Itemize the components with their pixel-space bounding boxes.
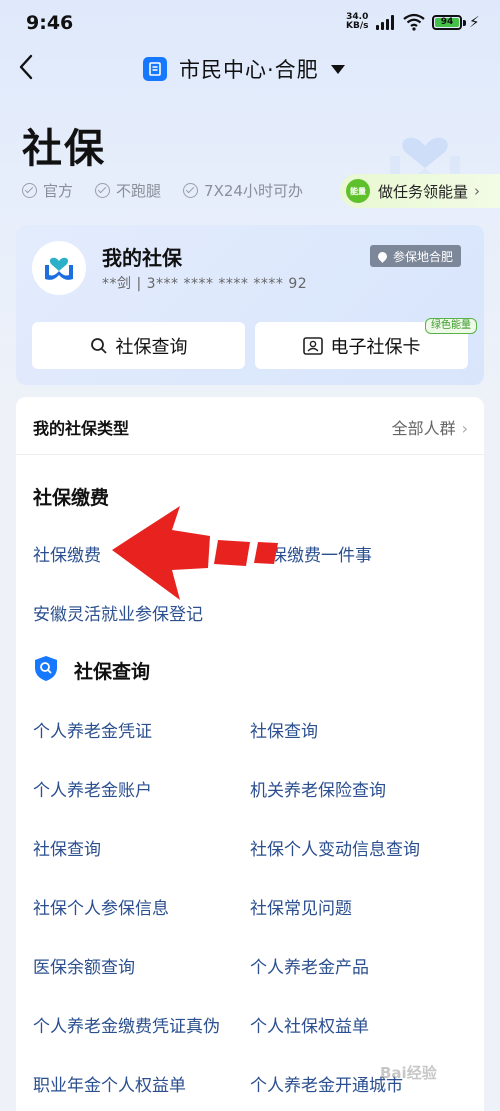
link-anhui-flexible-employment[interactable]: 安徽灵活就业参保登记 xyxy=(33,600,203,625)
chevron-right-icon: › xyxy=(461,419,468,438)
all-groups-selector[interactable]: 全部人群 › xyxy=(392,415,468,439)
my-social-security-card[interactable]: 我的社保 **剑 | 3*** **** **** **** 92 参保地合肥 … xyxy=(16,225,484,385)
link-pension-products[interactable]: 个人养老金产品 xyxy=(250,953,369,978)
wifi-icon xyxy=(403,13,425,31)
status-time: 9:46 xyxy=(26,12,74,34)
page-title: 社保 xyxy=(22,126,106,172)
payment-section-heading: 社保缴费 xyxy=(33,487,110,509)
check-circle-icon xyxy=(183,183,199,198)
watermark: Bai经验 xyxy=(380,1064,437,1082)
tag-official: 官方 xyxy=(22,180,73,201)
query-section-heading: 社保查询 xyxy=(74,661,151,683)
energy-icon: 能量 xyxy=(346,179,370,203)
query-button-label: 社保查询 xyxy=(115,336,188,358)
link-rights-statement[interactable]: 个人社保权益单 xyxy=(250,1012,369,1037)
status-bar: 9:46 34.0 KB/s 94 ⚡ xyxy=(0,0,500,46)
link-pension-certificate[interactable]: 个人养老金凭证 xyxy=(33,717,152,742)
link-enrollment-info[interactable]: 社保个人参保信息 xyxy=(33,894,169,919)
check-circle-icon xyxy=(22,183,37,198)
energy-task-button[interactable]: 能量 做任务领能量 › xyxy=(340,174,500,208)
masked-id-number: **剑 | 3*** **** **** **** 92 xyxy=(102,276,308,292)
link-pension-account[interactable]: 个人养老金账户 xyxy=(33,776,152,801)
ecard-button-label: 电子社保卡 xyxy=(330,336,421,358)
location-badge-label: 参保地合肥 xyxy=(393,249,454,264)
link-change-info-query[interactable]: 社保个人变动信息查询 xyxy=(250,835,420,860)
link-medical-balance[interactable]: 医保余额查询 xyxy=(33,953,135,978)
dropdown-caret-icon xyxy=(330,64,345,74)
signal-icon xyxy=(376,14,398,30)
all-groups-label: 全部人群 xyxy=(391,419,456,438)
check-circle-icon xyxy=(95,183,111,198)
link-payment-voucher-verify[interactable]: 个人养老金缴费凭证真伪 xyxy=(33,1012,220,1037)
services-panel: 我的社保类型 全部人群 › 社保缴费 社保缴费 保缴费一件事 安徽灵活就业参保登记… xyxy=(16,397,484,1111)
battery-cap xyxy=(463,20,466,26)
charging-icon: ⚡ xyxy=(469,13,480,31)
shield-search-icon xyxy=(35,656,57,681)
social-security-query-button[interactable]: 社保查询 xyxy=(32,322,245,369)
chevron-right-icon: › xyxy=(474,182,481,200)
energy-task-label: 做任务领能量 xyxy=(378,182,469,201)
id-card-icon xyxy=(302,336,323,355)
link-faq[interactable]: 社保常见问题 xyxy=(250,894,352,919)
tag-label: 官方 xyxy=(43,182,74,200)
link-social-security-query-2[interactable]: 社保查询 xyxy=(33,835,101,860)
tag-label: 7X24小时可办 xyxy=(204,182,303,200)
tag-24h: 7X24小时可办 xyxy=(183,180,303,201)
back-chevron-icon[interactable] xyxy=(12,52,42,82)
nav-title: 市民中心·合肥 xyxy=(179,58,319,82)
insurance-type-label: 我的社保类型 xyxy=(33,419,130,438)
card-title: 我的社保 xyxy=(102,246,182,270)
network-speed-unit: KB/s xyxy=(346,21,369,31)
link-social-security-query[interactable]: 社保查询 xyxy=(250,717,318,742)
location-badge[interactable]: 参保地合肥 xyxy=(370,245,462,267)
link-annuity-rights[interactable]: 职业年金个人权益单 xyxy=(33,1071,186,1096)
battery-icon: 94 xyxy=(432,15,462,30)
service-tags: 官方 不跑腿 7X24小时可办 xyxy=(22,180,325,201)
network-speed: 34.0 KB/s xyxy=(346,13,368,31)
tag-no-trip: 不跑腿 xyxy=(95,180,161,201)
link-government-pension-query[interactable]: 机关养老保险查询 xyxy=(250,776,386,801)
location-pin-icon xyxy=(376,249,389,263)
citizen-center-icon xyxy=(143,57,167,81)
search-icon xyxy=(90,337,107,354)
green-energy-tag: 绿色能量 xyxy=(425,318,477,334)
battery-level: 94 xyxy=(435,18,459,27)
city-selector[interactable]: 市民中心·合肥 xyxy=(143,54,345,84)
link-social-security-payment[interactable]: 社保缴费 xyxy=(33,541,101,566)
tag-label: 不跑腿 xyxy=(116,182,162,200)
link-payment-one-stop[interactable]: 保缴费一件事 xyxy=(270,541,372,566)
heart-hands-icon xyxy=(32,241,86,295)
insurance-type-row[interactable]: 我的社保类型 全部人群 › xyxy=(16,397,484,455)
